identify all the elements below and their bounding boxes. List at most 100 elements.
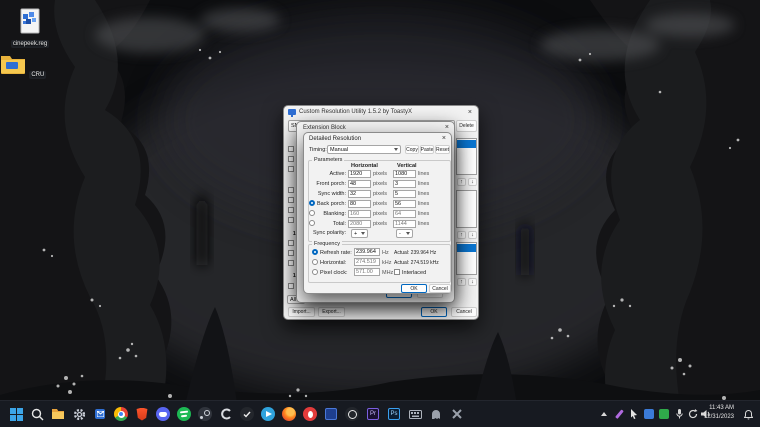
checkbox-icon[interactable] <box>288 260 294 266</box>
notification-bell-icon[interactable] <box>742 409 754 421</box>
checkbox-icon[interactable] <box>288 207 294 213</box>
copy-button[interactable]: Copy <box>405 145 419 154</box>
sync-width-v-input[interactable] <box>393 190 416 198</box>
extension-block-title: Extension Block <box>303 125 346 131</box>
cursor-tray-icon[interactable] <box>628 408 640 420</box>
checkbox-icon[interactable] <box>288 146 294 152</box>
detailed-resolution-close-icon[interactable]: × <box>442 135 446 142</box>
chrome-icon[interactable] <box>113 406 129 422</box>
desktop-icon-cru-folder[interactable]: CRU <box>0 52 50 79</box>
premiere-icon[interactable]: Pr <box>365 406 381 422</box>
obs-icon[interactable] <box>344 406 360 422</box>
detailed-resolution-dialog: Detailed Resolution × Timing: Manual Cop… <box>303 132 452 294</box>
clock[interactable]: 11:43 AM 12/31/2023 <box>704 404 734 422</box>
export-button[interactable]: Export... <box>318 307 345 317</box>
move-down-button[interactable]: ↓ <box>468 231 477 239</box>
move-up-button[interactable]: ↑ <box>457 178 466 186</box>
search-icon[interactable] <box>29 406 45 422</box>
blue-app-tray-icon[interactable] <box>643 408 655 420</box>
pixel-clock-radio[interactable] <box>312 269 318 275</box>
total-v-input[interactable] <box>393 220 416 228</box>
spotify-icon[interactable] <box>176 406 192 422</box>
checkbox-icon[interactable] <box>288 156 294 162</box>
back-porch-v-input[interactable] <box>393 200 416 208</box>
total-h-input[interactable] <box>348 220 371 228</box>
h-polarity-dropdown[interactable]: + <box>351 229 368 238</box>
extension-blocks-listbox[interactable] <box>456 242 477 275</box>
x-app-icon[interactable] <box>449 406 465 422</box>
discord-icon[interactable] <box>155 406 171 422</box>
pen-tray-icon[interactable] <box>613 408 625 420</box>
checkbox-icon[interactable] <box>288 187 294 193</box>
detailed-cancel-button[interactable]: Cancel <box>429 284 451 293</box>
hidden-icons-chevron[interactable] <box>598 408 610 420</box>
blanking-h-input[interactable] <box>348 210 371 218</box>
move-down-button[interactable]: ↓ <box>468 178 477 186</box>
detailed-ok-button[interactable]: OK <box>401 284 427 293</box>
checkbox-icon[interactable] <box>288 197 294 203</box>
blanking-label: Blanking: <box>312 211 346 217</box>
v-polarity-dropdown[interactable]: - <box>396 229 413 238</box>
main-ok-button[interactable]: OK <box>421 307 447 317</box>
active-h-input[interactable] <box>348 170 371 178</box>
refresh-rate-input[interactable] <box>354 248 380 256</box>
detailed-resolution-title-bar[interactable]: Detailed Resolution × <box>304 133 451 144</box>
standard-resolutions-listbox[interactable] <box>456 190 477 228</box>
sync-tray-icon[interactable] <box>687 408 699 420</box>
blanking-v-input[interactable] <box>393 210 416 218</box>
checkbox-icon[interactable] <box>288 217 294 223</box>
pixel-clock-input[interactable] <box>354 268 380 276</box>
steam-icon[interactable] <box>197 406 213 422</box>
front-porch-v-input[interactable] <box>393 180 416 188</box>
pixel-clock-label: Pixel clock: <box>320 270 348 276</box>
import-button[interactable]: Import... <box>288 307 315 317</box>
opera-icon[interactable] <box>302 406 318 422</box>
refresh-rate-radio[interactable] <box>312 249 318 255</box>
keyboard-app-icon[interactable] <box>407 406 423 422</box>
photoshop-icon[interactable]: Ps <box>386 406 402 422</box>
start-button[interactable] <box>8 406 24 422</box>
paste-button[interactable]: Paste <box>420 145 434 154</box>
chevron-down-icon <box>406 232 410 235</box>
active-v-input[interactable] <box>393 170 416 178</box>
checkbox-icon[interactable] <box>288 250 294 256</box>
checkbox-icon[interactable] <box>288 166 294 172</box>
telegram-icon[interactable] <box>260 406 276 422</box>
interlaced-checkbox[interactable] <box>394 269 400 275</box>
ghost-app-icon[interactable] <box>428 406 444 422</box>
sync-width-h-input[interactable] <box>348 190 371 198</box>
green-app-tray-icon[interactable] <box>658 408 670 420</box>
move-up-button[interactable]: ↑ <box>457 278 466 286</box>
main-cancel-button[interactable]: Cancel <box>451 307 477 317</box>
file-explorer-icon[interactable] <box>50 406 66 422</box>
desktop-icon-cinepeek[interactable]: cinepeek.reg <box>2 8 58 48</box>
photoshop-blue-icon[interactable] <box>323 406 339 422</box>
epic-games-icon[interactable] <box>218 406 234 422</box>
horizontal-freq-input[interactable] <box>354 258 380 266</box>
selected-row[interactable] <box>457 244 476 252</box>
back-porch-label: Back porch: <box>312 201 346 207</box>
mail-app-icon[interactable] <box>92 406 108 422</box>
move-down-button[interactable]: ↓ <box>468 278 477 286</box>
checkbox-icon[interactable] <box>288 283 294 289</box>
delete-display-button[interactable]: Delete <box>456 120 477 132</box>
back-porch-h-input[interactable] <box>348 200 371 208</box>
firefox-icon[interactable] <box>281 406 297 422</box>
main-close-icon[interactable]: × <box>468 109 472 116</box>
extension-block-close-icon[interactable]: × <box>445 124 449 131</box>
detailed-resolutions-listbox[interactable] <box>456 138 477 175</box>
mhz-unit-label: MHz <box>382 270 393 276</box>
main-title-bar[interactable]: Custom Resolution Utility 1.5.2 by Toast… <box>284 106 478 119</box>
microphone-tray-icon[interactable] <box>673 408 685 420</box>
checkbox-icon[interactable] <box>288 240 294 246</box>
selected-row[interactable] <box>457 140 476 148</box>
move-up-button[interactable]: ↑ <box>457 231 466 239</box>
front-porch-h-input[interactable] <box>348 180 371 188</box>
timing-dropdown[interactable]: Manual <box>327 145 401 154</box>
todo-check-icon[interactable] <box>239 406 255 422</box>
reset-button[interactable]: Reset <box>435 145 450 154</box>
pixels-unit-label: pixels <box>373 181 387 187</box>
settings-icon[interactable] <box>71 406 87 422</box>
horizontal-freq-radio[interactable] <box>312 259 318 265</box>
brave-icon[interactable] <box>134 406 150 422</box>
